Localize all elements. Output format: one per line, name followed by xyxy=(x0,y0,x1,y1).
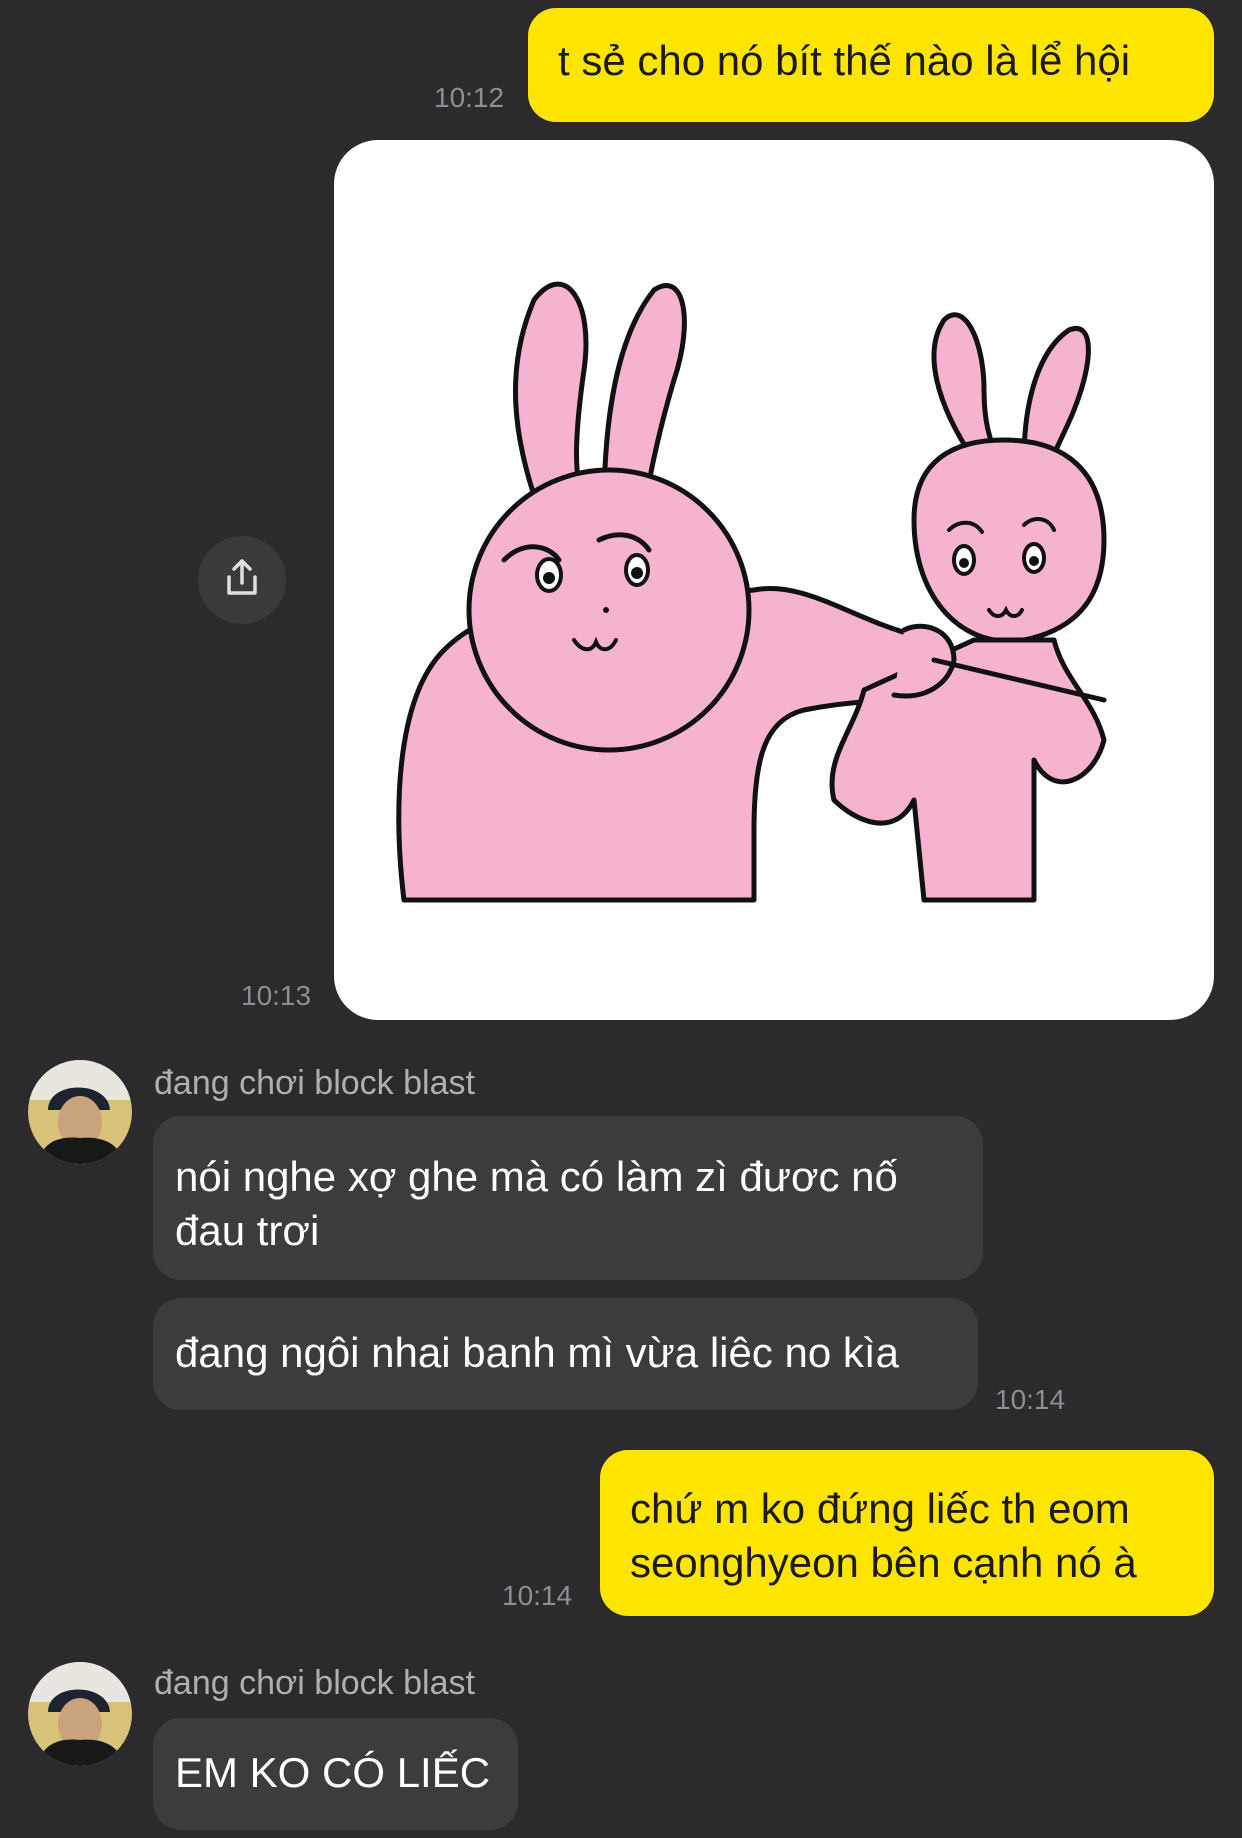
sender-name: đang chơi block blast xyxy=(154,1064,475,1102)
message-time: 10:14 xyxy=(995,1384,1066,1415)
avatar[interactable] xyxy=(28,1060,132,1164)
sticker-image[interactable] xyxy=(334,140,1214,1020)
message-text: nói nghe xợ ghe mà có làm zì đươc nố đau… xyxy=(175,1153,898,1254)
message-text: EM KO CÓ LIẾC xyxy=(175,1749,491,1796)
message-text: đang ngôi nhai banh mì vừa liêc no kìa xyxy=(175,1329,899,1376)
sender-name: đang chơi block blast xyxy=(154,1664,475,1702)
incoming-message-bubble[interactable]: EM KO CÓ LIẾC xyxy=(153,1718,518,1830)
outgoing-message-bubble[interactable]: chứ m ko đứng liếc th eom seonghyeon bên… xyxy=(600,1450,1214,1616)
share-icon xyxy=(221,557,263,604)
incoming-message-bubble[interactable]: đang ngôi nhai banh mì vừa liêc no kìa xyxy=(153,1298,978,1410)
message-text: chứ m ko đứng liếc th eom seonghyeon bên… xyxy=(630,1485,1137,1586)
outgoing-message-bubble[interactable]: t sẻ cho nó bít thế nào là lể hội xyxy=(528,8,1214,122)
message-time: 10:12 xyxy=(434,82,505,113)
avatar[interactable] xyxy=(28,1662,132,1766)
message-text: t sẻ cho nó bít thế nào là lể hội xyxy=(558,37,1131,84)
rabbit-sticker-illustration xyxy=(396,281,1107,903)
share-button[interactable] xyxy=(198,536,286,624)
message-time: 10:14 xyxy=(502,1580,573,1611)
incoming-message-bubble[interactable]: nói nghe xợ ghe mà có làm zì đươc nố đau… xyxy=(153,1116,983,1280)
message-time: 10:13 xyxy=(241,980,312,1011)
